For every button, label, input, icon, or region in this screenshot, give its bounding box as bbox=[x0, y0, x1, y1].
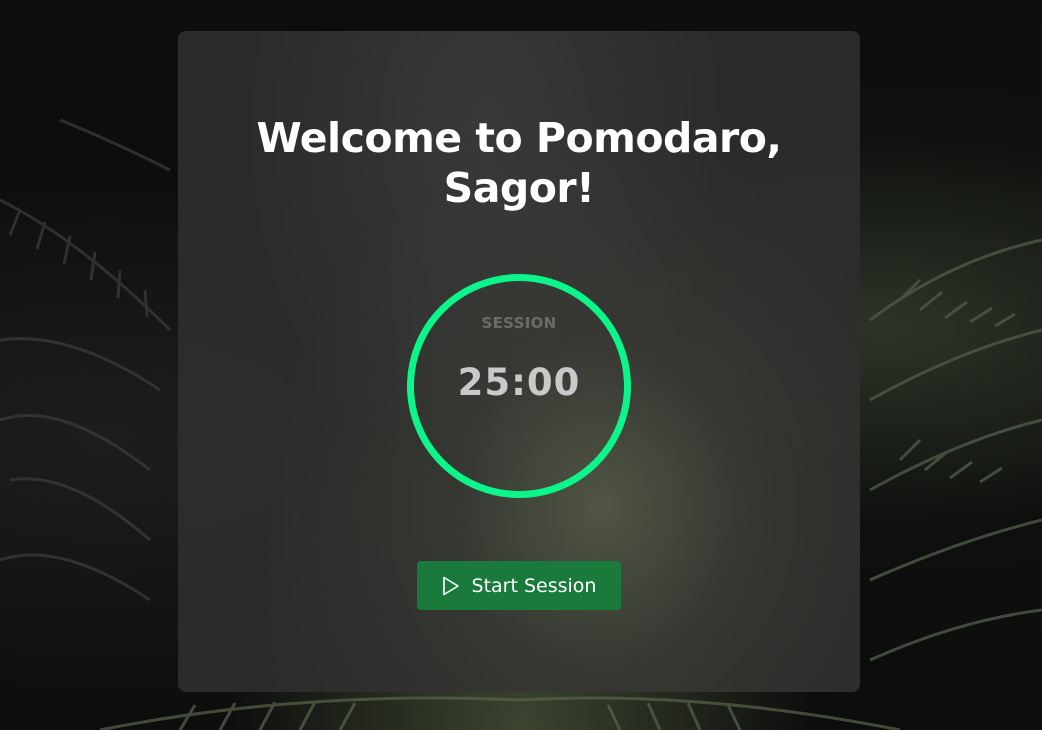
session-label: SESSION bbox=[481, 314, 557, 332]
timer-display: 25:00 bbox=[457, 361, 581, 404]
start-session-button[interactable]: Start Session bbox=[417, 561, 621, 610]
play-icon bbox=[442, 576, 460, 596]
welcome-title: Welcome to Pomodaro, Sagor! bbox=[256, 114, 782, 212]
pomodoro-card: Welcome to Pomodaro, Sagor! SESSION 25:0… bbox=[178, 31, 860, 692]
start-session-label: Start Session bbox=[471, 574, 597, 597]
